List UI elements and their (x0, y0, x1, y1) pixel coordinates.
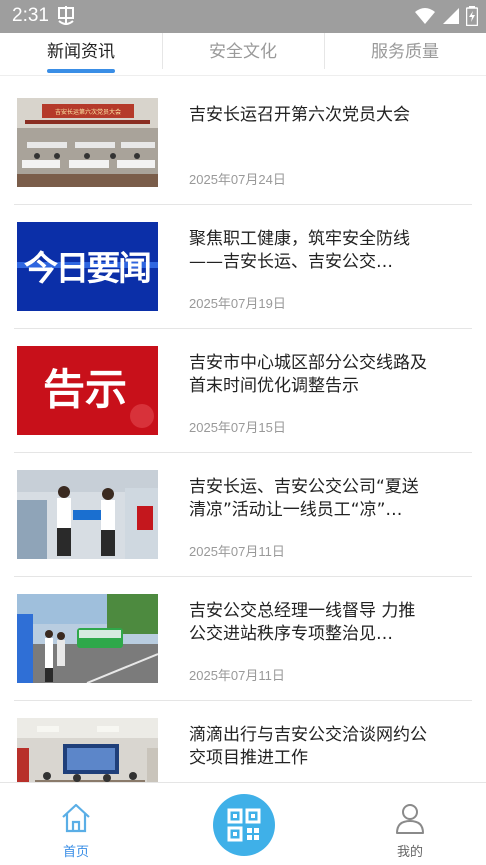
news-item[interactable]: 告示 吉安市中心城区部分公交线路及首末时间优化调整告示 2025年07月15日 (14, 328, 472, 453)
nav-mine-label: 我的 (396, 845, 423, 860)
tab-news[interactable]: 新闻资讯 (0, 33, 162, 75)
news-thumbnail (17, 718, 158, 782)
thumb-headline-text: 今日要闻 (24, 249, 152, 289)
news-date: 2025年07月11日 (189, 668, 285, 683)
nav-home-label: 首页 (62, 845, 89, 860)
news-list: 吉安长运第六次党员大会 吉安长运召开第六次党员大会 2025年07月24日 今日… (0, 80, 486, 782)
news-thumbnail (17, 470, 158, 559)
user-icon (396, 804, 424, 834)
tab-safety-culture-label: 安全文化 (209, 42, 277, 62)
status-bar: 2:31 (0, 0, 486, 33)
news-title: 吉安长运召开第六次党员大会 (189, 105, 410, 125)
news-thumbnail: 吉安长运第六次党员大会 (17, 98, 158, 187)
news-item[interactable]: 滴滴出行与吉安公交洽谈网约公交项目推进工作 (14, 700, 472, 782)
notification-app-icon (58, 6, 74, 25)
thumb-notice-text: 告示 (43, 365, 127, 414)
news-title: 吉安公交总经理一线督导 力推公交进站秩序专项整治见… (189, 601, 416, 644)
tab-service-quality[interactable]: 服务质量 (324, 33, 486, 75)
news-thumbnail: 今日要闻 (17, 222, 158, 311)
news-title: 滴滴出行与吉安公交洽谈网约公交项目推进工作 (189, 725, 427, 768)
tab-divider (324, 33, 325, 69)
news-title: 吉安长运、吉安公交公司“夏送清凉”活动让一线员工“凉”… (189, 477, 419, 520)
news-title: 聚焦职工健康，筑牢安全防线——吉安长运、吉安公交… (189, 229, 410, 272)
tab-divider (162, 33, 163, 69)
tab-news-label: 新闻资讯 (47, 42, 115, 62)
battery-icon (466, 6, 478, 26)
news-thumbnail: 告示 (17, 346, 158, 435)
news-date: 2025年07月15日 (189, 420, 286, 435)
news-item[interactable]: 吉安公交总经理一线督导 力推公交进站秩序专项整治见… 2025年07月11日 (14, 576, 472, 701)
nav-mine[interactable]: 我的 (370, 801, 450, 860)
tab-safety-culture[interactable]: 安全文化 (162, 33, 324, 75)
news-date: 2025年07月24日 (189, 172, 286, 187)
qr-code-icon (227, 808, 261, 842)
news-item[interactable]: 吉安长运第六次党员大会 吉安长运召开第六次党员大会 2025年07月24日 (14, 80, 472, 205)
news-item[interactable]: 今日要闻 聚焦职工健康，筑牢安全防线——吉安长运、吉安公交… 2025年07月1… (14, 204, 472, 329)
bottom-navigation: 首页 我的 (0, 782, 486, 865)
category-tabs: 新闻资讯 安全文化 服务质量 (0, 33, 486, 76)
signal-icon (443, 8, 459, 24)
active-tab-indicator (47, 69, 115, 73)
home-icon (62, 803, 90, 833)
news-item[interactable]: 吉安长运、吉安公交公司“夏送清凉”活动让一线员工“凉”… 2025年07月11日 (14, 452, 472, 577)
news-title: 吉安市中心城区部分公交线路及首末时间优化调整告示 (189, 353, 427, 396)
thumb-banner-text: 吉安长运第六次党员大会 (55, 108, 121, 116)
wifi-icon (415, 8, 435, 24)
news-date: 2025年07月19日 (189, 296, 286, 311)
status-time: 2:31 (12, 5, 49, 26)
scan-qr-button[interactable] (213, 794, 275, 856)
news-date: 2025年07月11日 (189, 544, 285, 559)
tab-service-quality-label: 服务质量 (371, 42, 439, 62)
nav-home[interactable]: 首页 (36, 801, 116, 860)
news-thumbnail (17, 594, 158, 683)
